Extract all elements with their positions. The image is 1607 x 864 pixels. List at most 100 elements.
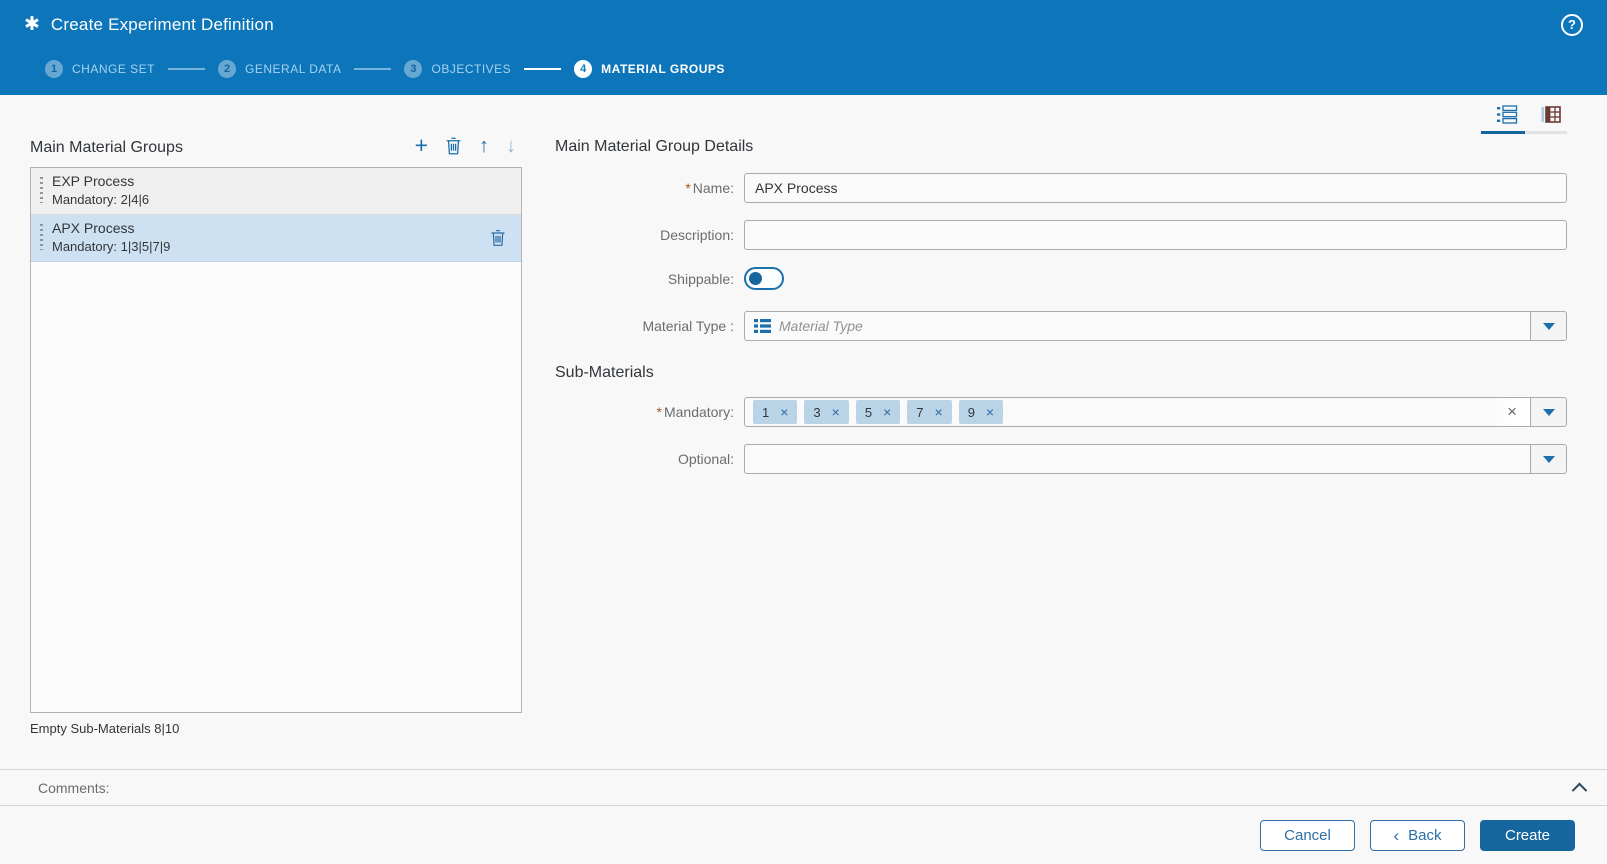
item-subtitle: Mandatory: 2|4|6 — [52, 192, 149, 207]
item-name: EXP Process — [52, 173, 149, 189]
move-down-icon[interactable]: ↓ — [506, 136, 516, 156]
title-bar: ✱ Create Experiment Definition ? — [24, 0, 1583, 49]
view-switcher-track — [1481, 131, 1567, 134]
chevron-down-icon — [1543, 323, 1555, 330]
active-view-indicator — [1481, 131, 1525, 134]
create-button[interactable]: Create — [1480, 820, 1575, 851]
step-2-label: GENERAL DATA — [245, 62, 341, 76]
create-experiment-definition-dialog: ✱ Create Experiment Definition ? 1 CHANG… — [0, 0, 1607, 864]
optional-label: Optional: — [555, 451, 744, 467]
step-4-number: 4 — [574, 60, 592, 78]
cancel-button[interactable]: Cancel — [1260, 820, 1355, 851]
step-general-data[interactable]: 2 GENERAL DATA — [218, 60, 341, 78]
token-1[interactable]: 1× — [753, 400, 797, 424]
mandatory-label: *Mandatory: — [555, 404, 744, 420]
token-remove-icon[interactable]: × — [935, 404, 943, 420]
list-item-apx-process[interactable]: APX Process Mandatory: 1|3|5|7|9 — [31, 215, 521, 262]
token-7[interactable]: 7× — [907, 400, 951, 424]
collapse-chevron-up-icon[interactable] — [1572, 783, 1588, 799]
drag-handle-icon[interactable] — [40, 177, 43, 203]
shippable-label: Shippable: — [555, 271, 744, 287]
details-panel: Main Material Group Details *Name: Descr… — [522, 95, 1575, 769]
step-material-groups[interactable]: 4 MATERIAL GROUPS — [574, 60, 725, 78]
action-bar: Cancel ‹ Back Create — [0, 806, 1607, 864]
row-delete-trash-icon[interactable] — [490, 230, 506, 247]
list-toolbar: + ↑ ↓ — [415, 134, 522, 157]
drag-handle-icon[interactable] — [40, 224, 43, 250]
add-icon[interactable]: + — [415, 134, 428, 157]
sub-materials-section-title: Sub-Materials — [555, 364, 1567, 382]
optional-field-box[interactable] — [744, 444, 1567, 474]
material-type-field-box — [744, 311, 1567, 341]
comments-bar[interactable]: Comments: — [0, 769, 1607, 806]
step-1-label: CHANGE SET — [72, 62, 155, 76]
mandatory-row: *Mandatory: 1× 3× 5× 7× 9× × — [555, 397, 1567, 427]
empty-sub-materials-note: Empty Sub-Materials 8|10 — [30, 721, 522, 736]
comments-label: Comments: — [38, 780, 110, 796]
step-1-number: 1 — [45, 60, 63, 78]
token-remove-icon[interactable]: × — [832, 404, 840, 420]
step-change-set[interactable]: 1 CHANGE SET — [45, 60, 155, 78]
form-view-icon[interactable] — [1497, 105, 1518, 124]
list-item-exp-process[interactable]: EXP Process Mandatory: 2|4|6 — [31, 168, 521, 215]
step-connector — [168, 68, 205, 70]
page-title: Create Experiment Definition — [51, 15, 274, 35]
delete-trash-icon[interactable] — [445, 137, 462, 155]
list-header: Main Material Groups + ↑ ↓ — [30, 131, 522, 157]
mandatory-field-box[interactable]: 1× 3× 5× 7× 9× × — [744, 397, 1567, 427]
step-4-label: MATERIAL GROUPS — [601, 62, 725, 76]
description-row: Description: — [555, 220, 1567, 250]
description-field-box — [744, 220, 1567, 250]
main-content: Main Material Groups + ↑ ↓ EXP Process M… — [0, 95, 1607, 769]
optional-row: Optional: — [555, 444, 1567, 474]
list-item-text: EXP Process Mandatory: 2|4|6 — [52, 173, 149, 207]
token-remove-icon[interactable]: × — [780, 404, 788, 420]
chevron-down-icon — [1543, 409, 1555, 416]
token-9[interactable]: 9× — [959, 400, 1003, 424]
optional-input[interactable] — [745, 445, 1530, 473]
step-objectives[interactable]: 3 OBJECTIVES — [404, 60, 511, 78]
chevron-down-icon — [1543, 456, 1555, 463]
table-view-icon[interactable] — [1541, 105, 1561, 124]
token-3[interactable]: 3× — [804, 400, 848, 424]
main-material-groups-panel: Main Material Groups + ↑ ↓ EXP Process M… — [30, 95, 522, 769]
clear-all-icon[interactable]: × — [1494, 398, 1530, 426]
token-list: 1× 3× 5× 7× 9× × — [745, 398, 1530, 426]
step-3-number: 3 — [404, 60, 422, 78]
required-marker: * — [685, 180, 690, 196]
step-connector — [524, 68, 561, 70]
item-subtitle: Mandatory: 1|3|5|7|9 — [52, 239, 170, 254]
help-icon[interactable]: ? — [1561, 14, 1583, 36]
material-type-dropdown-button[interactable] — [1530, 312, 1566, 340]
shippable-toggle[interactable] — [744, 267, 784, 290]
required-marker: * — [657, 404, 662, 420]
material-type-list-icon — [754, 318, 771, 334]
description-input[interactable] — [745, 221, 1566, 249]
details-section-title: Main Material Group Details — [555, 138, 1567, 156]
back-button[interactable]: ‹ Back — [1370, 820, 1465, 851]
token-5[interactable]: 5× — [856, 400, 900, 424]
step-2-number: 2 — [218, 60, 236, 78]
wizard-steps: 1 CHANGE SET 2 GENERAL DATA 3 OBJECTIVES… — [24, 49, 1583, 89]
step-3-label: OBJECTIVES — [431, 62, 511, 76]
list-item-text: APX Process Mandatory: 1|3|5|7|9 — [52, 220, 170, 254]
mandatory-dropdown-button[interactable] — [1530, 398, 1566, 426]
material-type-row: Material Type : — [555, 311, 1567, 341]
token-remove-icon[interactable]: × — [883, 404, 891, 420]
name-row: *Name: — [555, 173, 1567, 203]
material-type-label: Material Type : — [555, 318, 744, 334]
material-groups-list: EXP Process Mandatory: 2|4|6 APX Process… — [30, 167, 522, 713]
token-remove-icon[interactable]: × — [986, 404, 994, 420]
toggle-knob-icon — [749, 272, 762, 285]
shippable-row: Shippable: — [555, 267, 1567, 290]
item-name: APX Process — [52, 220, 170, 236]
view-switcher — [555, 105, 1567, 134]
description-label: Description: — [555, 227, 744, 243]
name-field-box — [744, 173, 1567, 203]
optional-dropdown-button[interactable] — [1530, 445, 1566, 473]
list-title: Main Material Groups — [30, 139, 183, 157]
name-label: *Name: — [555, 180, 744, 196]
move-up-icon[interactable]: ↑ — [479, 136, 489, 156]
material-type-input[interactable] — [777, 312, 1530, 340]
name-input[interactable] — [745, 174, 1566, 202]
